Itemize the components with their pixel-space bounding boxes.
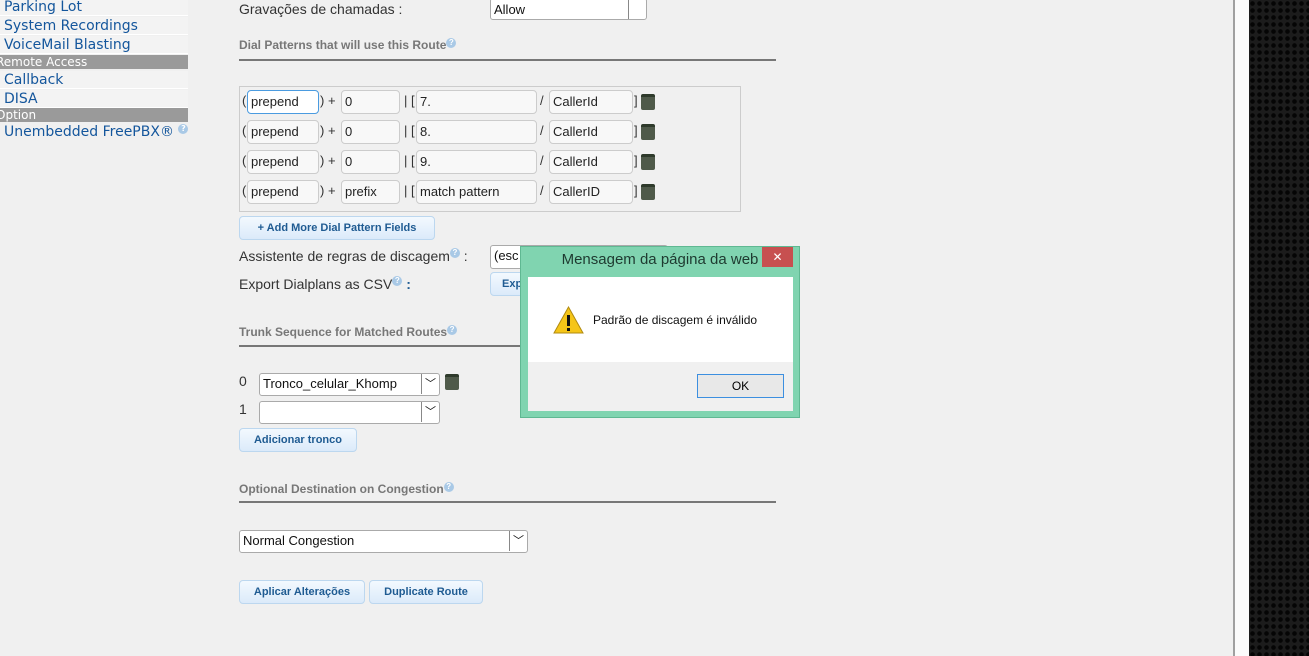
slash: / (540, 153, 544, 168)
divider (239, 59, 776, 61)
dialog-body: Padrão de discagem é inválido OK (528, 277, 793, 411)
bracket: ] (634, 93, 638, 108)
plus-sign: ) + (320, 123, 336, 138)
callerid-input[interactable]: CallerId (549, 150, 633, 174)
add-trunk-button[interactable]: Adicionar tronco (239, 428, 357, 452)
separator: | [ (404, 183, 415, 198)
sidebar-item-parking-lot[interactable]: Parking Lot (0, 0, 188, 16)
trash-icon[interactable] (641, 94, 655, 110)
help-icon[interactable]: ? (449, 248, 460, 258)
trunk-select[interactable]: ﹀ (259, 401, 440, 424)
divider (239, 501, 776, 503)
trash-icon[interactable] (641, 154, 655, 170)
trash-icon[interactable] (641, 124, 655, 140)
background-pattern (1249, 0, 1309, 656)
trunk-index: 1 (239, 401, 247, 417)
prepend-input[interactable]: prepend (247, 150, 319, 174)
dial-patterns-heading: Dial Patterns that will use this Route? (239, 38, 457, 52)
prepend-input[interactable]: prepend (247, 120, 319, 144)
match-pattern-input[interactable]: match pattern (416, 180, 537, 204)
paren: ( (242, 93, 247, 108)
trunk-select[interactable]: Tronco_celular_Khomp ﹀ (259, 373, 440, 396)
plus-sign: ) + (320, 183, 336, 198)
help-icon[interactable]: ? (392, 276, 403, 286)
export-csv-label: Export Dialplans as CSV? : (239, 276, 411, 292)
callerid-input[interactable]: CallerId (549, 120, 633, 144)
sidebar-item-disa[interactable]: DISA (0, 90, 188, 108)
slash: / (540, 123, 544, 138)
slash: / (540, 93, 544, 108)
sidebar-item-callback[interactable]: Callback (0, 71, 188, 89)
bracket: ] (634, 153, 638, 168)
congestion-heading: Optional Destination on Congestion? (239, 482, 454, 496)
separator: | [ (404, 153, 415, 168)
callerid-input[interactable]: CallerId (549, 90, 633, 114)
help-icon[interactable]: ? (178, 124, 189, 134)
page-margin (1235, 0, 1249, 656)
separator: | [ (404, 123, 415, 138)
plus-sign: ) + (320, 93, 336, 108)
prefix-input[interactable]: prefix (341, 180, 400, 204)
recording-select[interactable]: Allow (490, 0, 647, 20)
add-dial-pattern-button[interactable]: + Add More Dial Pattern Fields (239, 216, 435, 240)
prepend-input[interactable]: prepend (247, 180, 319, 204)
ok-button[interactable]: OK (697, 374, 784, 398)
help-icon[interactable]: ? (446, 38, 457, 48)
paren: ( (242, 123, 247, 138)
chevron-down-icon: ﹀ (509, 531, 527, 551)
chevron-down-icon: ﹀ (421, 402, 439, 422)
warning-icon (553, 306, 584, 334)
slash: / (540, 183, 544, 198)
sidebar-item-unembedded-freepbx[interactable]: Unembedded FreePBX® ? (4, 124, 189, 140)
bracket: ] (634, 183, 638, 198)
separator: | [ (404, 93, 415, 108)
prefix-input[interactable]: 0 (341, 120, 400, 144)
sidebar-item-system-recordings[interactable]: System Recordings (0, 17, 188, 35)
trunk-sequence-heading: Trunk Sequence for Matched Routes? (239, 325, 458, 339)
callerid-input[interactable]: CallerID (549, 180, 633, 204)
plus-sign: ) + (320, 153, 336, 168)
trash-icon[interactable] (445, 374, 459, 390)
chevron-down-icon (628, 0, 646, 19)
match-pattern-input[interactable]: 8. (416, 120, 537, 144)
trash-icon[interactable] (641, 184, 655, 200)
close-button[interactable]: ✕ (762, 247, 793, 267)
prefix-input[interactable]: 0 (341, 150, 400, 174)
dial-wizard-label: Assistente de regras de discagem? : (239, 248, 468, 264)
duplicate-route-button[interactable]: Duplicate Route (369, 580, 483, 604)
match-pattern-input[interactable]: 7. (416, 90, 537, 114)
sidebar-item-voicemail-blasting[interactable]: VoiceMail Blasting (0, 36, 188, 54)
recording-label: Gravações de chamadas : (239, 1, 403, 17)
paren: ( (242, 153, 247, 168)
prefix-input[interactable]: 0 (341, 90, 400, 114)
dialog-message: Padrão de discagem é inválido (593, 313, 758, 327)
sidebar-header-option: Option (0, 108, 188, 122)
dialog-title: Mensagem da página da web (561, 251, 759, 268)
prepend-input[interactable]: prepend (247, 90, 319, 114)
chevron-down-icon: ﹀ (421, 374, 439, 394)
help-icon[interactable]: ? (447, 325, 458, 335)
bracket: ] (634, 123, 638, 138)
alert-dialog: Mensagem da página da web ✕ Padrão de di… (520, 246, 800, 418)
congestion-select[interactable]: Normal Congestion ﹀ (239, 530, 528, 553)
apply-changes-button[interactable]: Aplicar Alterações (239, 580, 365, 604)
paren: ( (242, 183, 247, 198)
trunk-index: 0 (239, 373, 247, 389)
sidebar-item-label: Unembedded FreePBX® (4, 124, 174, 140)
sidebar-header-remote-access: Remote Access (0, 55, 188, 69)
help-icon[interactable]: ? (443, 482, 454, 492)
match-pattern-input[interactable]: 9. (416, 150, 537, 174)
